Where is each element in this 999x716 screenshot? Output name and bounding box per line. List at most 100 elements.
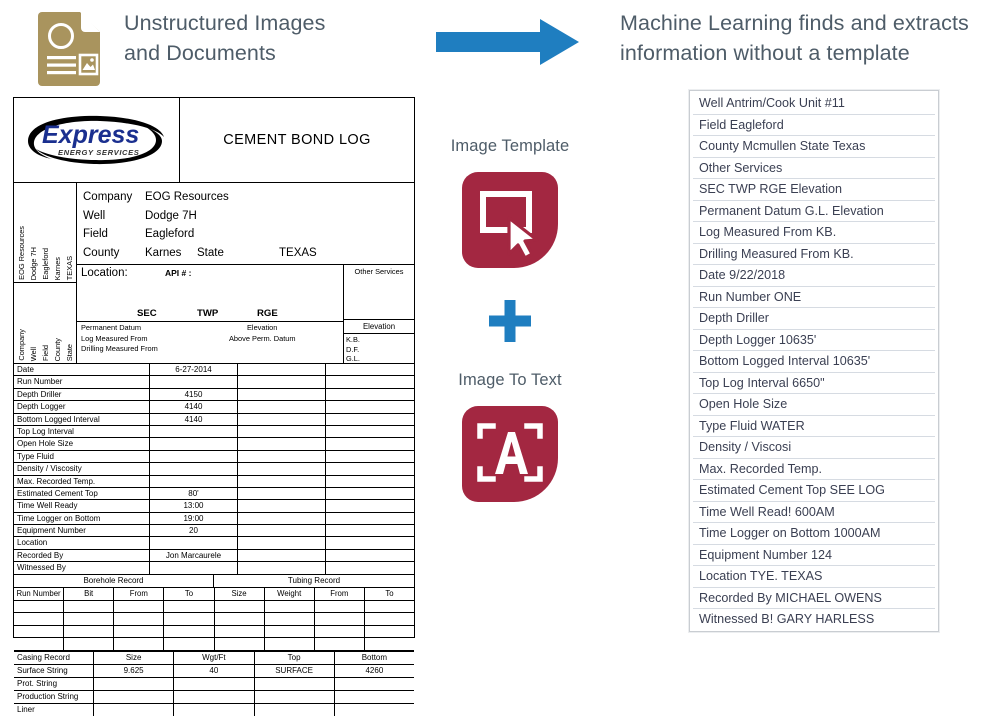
elevation-items: K.B. D.F. G.L. bbox=[344, 334, 414, 363]
list-item[interactable]: Location TYE. TEXAS bbox=[693, 566, 935, 588]
express-energy-logo: Express ENERGY SERVICES bbox=[14, 98, 180, 182]
table-row bbox=[14, 625, 414, 639]
casing-bottom-header: Bottom bbox=[361, 652, 388, 662]
list-item[interactable]: Depth Logger 10635' bbox=[693, 330, 935, 351]
casing-wgt bbox=[174, 703, 255, 716]
company-block: Company EOG Resources Well Dodge 7H Fiel… bbox=[77, 183, 414, 266]
list-item[interactable]: Witnessed B! GARY HARLESS bbox=[693, 609, 935, 631]
row-label: Estimated Cement Top bbox=[14, 487, 150, 500]
list-item[interactable]: Drilling Measured From KB. bbox=[693, 244, 935, 265]
row-value: 4140 bbox=[150, 413, 238, 425]
row-value bbox=[150, 438, 238, 450]
vertical-value: TEXAS bbox=[64, 255, 74, 280]
list-item[interactable]: Other Services bbox=[693, 158, 935, 179]
borehole-tubing-header: Borehole Record Tubing Record bbox=[14, 574, 414, 588]
log-measured-label: Log Measured From bbox=[81, 333, 148, 343]
row-value: 4140 bbox=[150, 401, 238, 413]
location-right: Other Services Elevation K.B. D.F. G.L. bbox=[344, 265, 414, 363]
list-item[interactable]: Type Fluid WATER bbox=[693, 416, 935, 437]
row-value: 20 bbox=[150, 525, 238, 537]
casing-top bbox=[255, 677, 335, 690]
list-item[interactable]: Well Antrim/Cook Unit #11 bbox=[693, 93, 935, 115]
list-item[interactable]: Estimated Cement Top SEE LOG bbox=[693, 480, 935, 502]
elevation-item: G.L. bbox=[346, 353, 360, 363]
list-item[interactable]: SEC TWP RGE Elevation bbox=[693, 179, 935, 201]
well-value: Dodge 7H bbox=[145, 209, 197, 222]
casing-top: SURFACE bbox=[255, 664, 335, 677]
row-blank bbox=[326, 389, 414, 400]
list-item[interactable]: Recorded By MICHAEL OWENS bbox=[693, 588, 935, 609]
list-item[interactable]: Permanent Datum G.L. Elevation bbox=[693, 201, 935, 222]
row-value: 4150 bbox=[150, 388, 238, 401]
vertical-labels-column: EOG Resources Dodge 7H Eagleford Karnes … bbox=[14, 183, 77, 363]
form-info-band: EOG Resources Dodge 7H Eagleford Karnes … bbox=[14, 183, 414, 364]
text-scan-a-icon bbox=[462, 406, 558, 502]
row-label: Bottom Logged Interval bbox=[14, 413, 150, 425]
list-item[interactable]: Time Well Read! 600AM bbox=[693, 502, 935, 523]
list-item[interactable]: Depth Driller bbox=[693, 308, 935, 330]
list-item[interactable]: Bottom Logged Interval 10635' bbox=[693, 351, 935, 373]
row-label: Open Hole Size bbox=[14, 438, 150, 450]
image-to-text-label: Image To Text bbox=[458, 371, 562, 389]
casing-header-row: Casing Record Size Wgt/Ft Top Bottom bbox=[14, 651, 414, 665]
row-label: Run Number bbox=[14, 376, 150, 388]
list-item[interactable]: Max. Recorded Temp. bbox=[693, 459, 935, 480]
casing-record-section: Casing Record Size Wgt/Ft Top Bottom Sur… bbox=[14, 650, 414, 716]
left-header-line1: Unstructured Images bbox=[124, 11, 326, 35]
datum-block: Permanent Datum Log Measured From Drilli… bbox=[77, 322, 343, 363]
list-item[interactable]: Top Log Interval 6650" bbox=[693, 373, 935, 394]
list-item[interactable]: Open Hole Size bbox=[693, 394, 935, 416]
list-item[interactable]: Density / Viscosi bbox=[693, 437, 935, 459]
list-item[interactable]: Log Measured From KB. bbox=[693, 222, 935, 244]
row-blank bbox=[326, 476, 414, 487]
table-row: Run Number bbox=[14, 376, 414, 389]
casing-row-label: Production String bbox=[14, 690, 94, 703]
row-blank bbox=[238, 512, 326, 525]
cement-bond-log-form: Express ENERGY SERVICES CEMENT BOND LOG … bbox=[13, 97, 415, 716]
casing-row-label: Surface String bbox=[14, 664, 94, 677]
table-row: Density / Viscosity bbox=[14, 463, 414, 476]
list-item[interactable]: Date 9/22/2018 bbox=[693, 265, 935, 287]
list-item[interactable]: County Mcmullen State Texas bbox=[693, 136, 935, 158]
borehole-tubing-columns: Run Number Bit From To Size Weight From … bbox=[14, 587, 414, 601]
vertical-key: County bbox=[52, 337, 62, 361]
row-blank bbox=[326, 500, 414, 511]
row-blank bbox=[326, 451, 414, 462]
right-header-line2: information without a template bbox=[620, 41, 910, 65]
list-item[interactable]: Field Eagleford bbox=[693, 115, 935, 136]
other-services-label: Other Services bbox=[344, 265, 414, 321]
extracted-rows-container: Well Antrim/Cook Unit #11 Field Eaglefor… bbox=[693, 93, 935, 631]
column-header: From bbox=[315, 587, 365, 600]
table-row: Time Logger on Bottom 19:00 bbox=[14, 512, 414, 526]
extracted-fields-panel[interactable]: Well Antrim/Cook Unit #11 Field Eaglefor… bbox=[689, 90, 939, 632]
table-row: Production String bbox=[14, 690, 414, 704]
row-label: Witnessed By bbox=[14, 562, 150, 574]
casing-bottom: 4260 bbox=[365, 665, 384, 675]
table-row: Type Fluid bbox=[14, 450, 414, 464]
casing-wgt-header: Wgt/Ft bbox=[174, 651, 255, 664]
row-value: 80' bbox=[150, 487, 238, 500]
row-blank bbox=[238, 450, 326, 463]
plus-icon bbox=[489, 300, 531, 342]
table-row: Location bbox=[14, 537, 414, 550]
row-blank bbox=[238, 463, 326, 475]
row-label: Top Log Interval bbox=[14, 425, 150, 438]
row-blank bbox=[238, 549, 326, 562]
elevation-item: K.B. bbox=[346, 335, 360, 345]
table-row: Prot. String bbox=[14, 677, 414, 691]
casing-bottom bbox=[335, 678, 414, 690]
row-blank bbox=[238, 562, 326, 574]
table-row bbox=[14, 613, 414, 626]
borehole-record-title: Borehole Record bbox=[14, 574, 214, 587]
column-header: Bit bbox=[64, 587, 115, 600]
well-row: Well Dodge 7H bbox=[83, 207, 414, 226]
row-blank bbox=[238, 500, 326, 512]
list-item[interactable]: Time Logger on Bottom 1000AM bbox=[693, 523, 935, 545]
form-data-grid: Date 6-27-2014 Run Number Depth Driller 41… bbox=[14, 364, 414, 575]
vertical-value: Dodge 7H bbox=[28, 246, 38, 280]
table-row: Depth Logger 4140 bbox=[14, 401, 414, 414]
right-header-line1: Machine Learning finds and extracts bbox=[620, 11, 969, 35]
field-row: Field Eagleford bbox=[83, 225, 414, 244]
list-item[interactable]: Equipment Number 124 bbox=[693, 545, 935, 566]
list-item[interactable]: Run Number ONE bbox=[693, 287, 935, 308]
